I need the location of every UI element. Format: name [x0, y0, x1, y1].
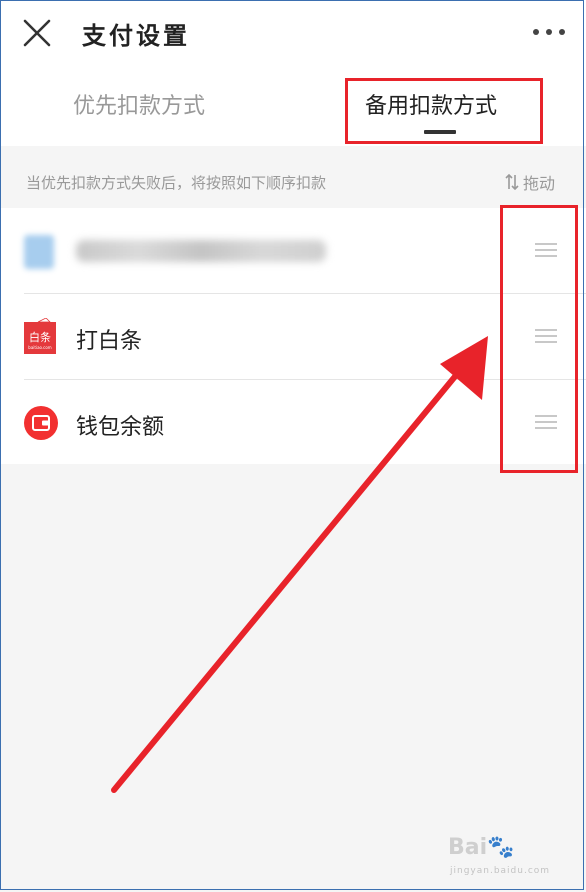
drag-handle-icon[interactable]	[535, 414, 557, 430]
payment-method-label: 钱包余额	[76, 415, 165, 440]
watermark-site: jingyan.baidu.com	[450, 866, 551, 876]
watermark-logo: Bai🐾	[448, 835, 515, 860]
watermark-brand: Bai	[448, 835, 488, 860]
list-item-baitiao[interactable]: 白条 baitiao.com 打白条	[0, 294, 586, 380]
drag-sort-button[interactable]: 拖动	[505, 170, 555, 194]
list-item-blurred-card[interactable]	[0, 208, 586, 294]
tab-primary-deduction[interactable]: 优先扣款方式	[73, 88, 205, 120]
header-bar: 支付设置	[0, 0, 586, 66]
baitiao-icon: 白条 baitiao.com	[24, 318, 56, 354]
blurred-card-icon	[24, 235, 54, 269]
active-tab-indicator	[424, 130, 456, 134]
baitiao-icon-text: 白条	[29, 330, 51, 344]
tab-backup-deduction[interactable]: 备用扣款方式	[365, 88, 497, 120]
drag-label: 拖动	[523, 174, 556, 193]
drag-handle-icon[interactable]	[535, 242, 557, 258]
drag-handle-icon[interactable]	[535, 328, 557, 344]
payment-method-label: 打白条	[76, 329, 143, 354]
hint-text: 当优先扣款方式失败后，将按照如下顺序扣款	[26, 174, 327, 192]
blurred-card-label	[76, 240, 326, 262]
paw-icon: 🐾	[487, 835, 515, 860]
more-icon[interactable]	[530, 22, 570, 42]
wallet-icon	[24, 406, 58, 440]
list-item-wallet[interactable]: 钱包余额	[0, 380, 586, 466]
page-title: 支付设置	[82, 21, 190, 50]
tab-bar: 优先扣款方式 备用扣款方式	[0, 66, 586, 146]
baitiao-icon-domain: baitiao.com	[28, 345, 52, 350]
hint-bar: 当优先扣款方式失败后，将按照如下顺序扣款 拖动	[0, 146, 586, 208]
payment-method-list: 白条 baitiao.com 打白条 钱包余额	[0, 208, 586, 464]
sort-icon	[505, 174, 519, 190]
close-icon[interactable]	[22, 18, 52, 48]
